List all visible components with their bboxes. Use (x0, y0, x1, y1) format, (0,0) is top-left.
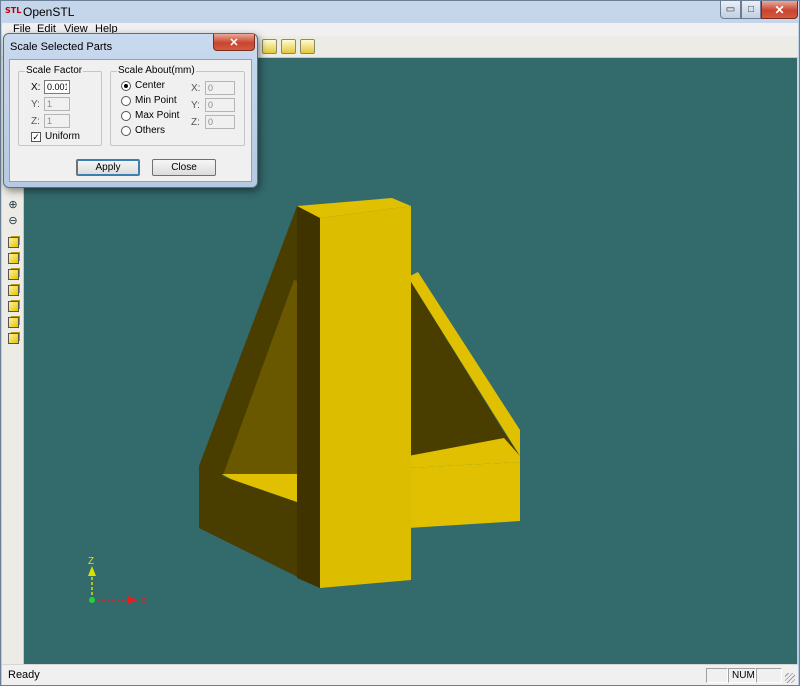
uniform-checkbox[interactable]: ✓ (31, 132, 41, 142)
status-text: Ready (8, 669, 40, 681)
resize-grip-icon[interactable] (785, 673, 795, 683)
toolbar-button[interactable] (300, 39, 315, 54)
scale-about-label: Scale About(mm) (117, 65, 196, 76)
radio-others[interactable] (121, 126, 131, 136)
status-bar: Ready NUM (2, 664, 798, 685)
about-x-input[interactable] (205, 81, 235, 95)
uniform-label: Uniform (45, 131, 81, 142)
radio-max-point-label: Max Point (135, 110, 180, 121)
maximize-button[interactable]: □ (741, 1, 761, 19)
y-axis-dot-icon (89, 597, 95, 603)
x-axis-label: X (140, 596, 147, 607)
dialog-title: Scale Selected Parts (10, 41, 113, 53)
scale-z-input[interactable] (44, 114, 70, 128)
z-axis-arrow-icon (88, 566, 96, 576)
about-z-label: Z: (191, 117, 200, 128)
close-window-button[interactable]: ✕ (761, 1, 798, 19)
toolbar-button[interactable] (262, 39, 277, 54)
view-iso-icon[interactable] (6, 331, 20, 345)
about-z-input[interactable] (205, 115, 235, 129)
status-panel-num: NUM (728, 668, 756, 683)
zoom-out-icon[interactable]: ⊖ (6, 213, 20, 227)
zoom-in-icon[interactable]: ⊕ (6, 197, 20, 211)
model-bar-right-front (408, 462, 520, 528)
view-left-icon[interactable] (6, 267, 20, 281)
radio-min-point[interactable] (121, 96, 131, 106)
scale-z-label: Z: (31, 116, 40, 127)
close-button[interactable]: Close (152, 159, 216, 176)
about-y-input[interactable] (205, 98, 235, 112)
scale-about-group: Scale About(mm) Center Min Point Max Poi… (110, 65, 245, 146)
about-y-label: Y: (191, 100, 200, 111)
view-bottom-icon[interactable] (6, 315, 20, 329)
status-panel-caps (706, 668, 728, 683)
window-title: OpenSTL (23, 5, 75, 19)
view-back-icon[interactable] (6, 251, 20, 265)
model-pillar-front (320, 206, 411, 588)
scale-y-label: Y: (31, 99, 40, 110)
radio-center[interactable] (121, 81, 131, 91)
scale-factor-group: Scale Factor X: Y: Z: ✓ Uniform (18, 65, 102, 146)
toolbar-button[interactable] (281, 39, 296, 54)
view-right-icon[interactable] (6, 283, 20, 297)
title-bar[interactable]: STL OpenSTL ▭ □ ✕ (1, 1, 799, 23)
scale-y-input[interactable] (44, 97, 70, 111)
dialog-close-icon[interactable]: ✕ (213, 34, 255, 51)
status-panel-scrl (756, 668, 782, 683)
z-axis-label: Z (88, 556, 94, 567)
minimize-button[interactable]: ▭ (720, 1, 741, 19)
radio-max-point[interactable] (121, 111, 131, 121)
radio-others-label: Others (135, 125, 166, 136)
about-x-label: X: (191, 83, 201, 94)
apply-button[interactable]: Apply (76, 159, 140, 176)
scale-x-label: X: (31, 82, 41, 93)
dialog-body: Scale Factor X: Y: Z: ✓ Uniform Scale Ab… (9, 59, 252, 182)
scale-dialog: Scale Selected Parts ✕ Scale Factor X: Y… (3, 33, 258, 188)
radio-center-label: Center (135, 80, 166, 91)
x-axis-arrow-icon (128, 596, 138, 604)
view-top-icon[interactable] (6, 299, 20, 313)
scale-x-input[interactable] (44, 80, 70, 94)
view-front-icon[interactable] (6, 235, 20, 249)
model-pillar-side (297, 206, 320, 588)
radio-min-point-label: Min Point (135, 95, 177, 106)
stl-logo-icon: STL (5, 6, 22, 15)
scale-factor-label: Scale Factor (25, 65, 84, 76)
